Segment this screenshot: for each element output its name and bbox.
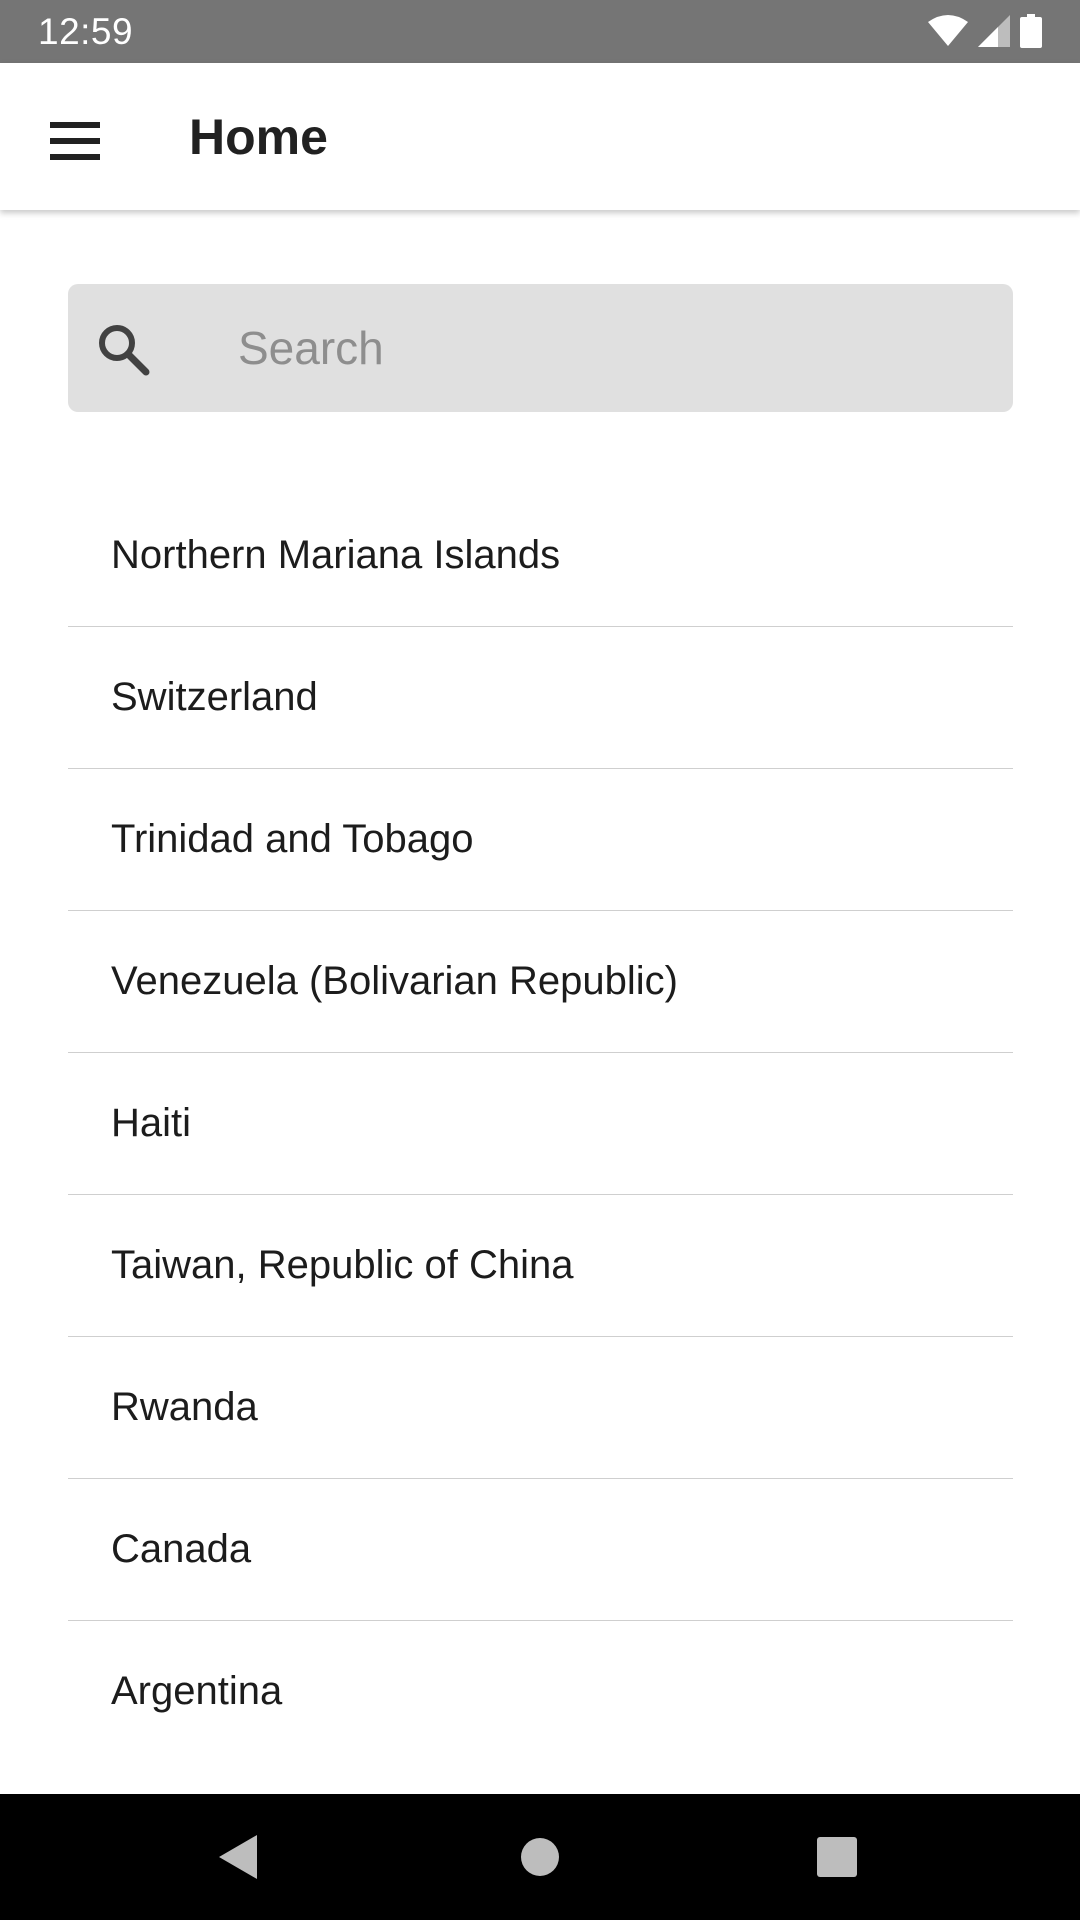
list-item[interactable]: Trinidad and Tobago: [68, 769, 1013, 911]
hamburger-menu-icon[interactable]: [38, 104, 111, 177]
list-item[interactable]: Taiwan, Republic of China: [68, 1195, 1013, 1337]
status-time: 12:59: [38, 11, 134, 52]
search-icon: [96, 322, 150, 376]
cellular-signal-icon: [978, 15, 1010, 47]
page-title: Home: [189, 109, 328, 165]
recents-icon[interactable]: [806, 1826, 868, 1888]
back-icon[interactable]: [208, 1826, 270, 1888]
navigation-bar: [0, 1794, 1080, 1920]
search-bar[interactable]: [68, 284, 1013, 412]
country-list: Northern Mariana Islands Switzerland Tri…: [68, 485, 1013, 1762]
status-icons: [928, 14, 1042, 48]
list-item[interactable]: Rwanda: [68, 1337, 1013, 1479]
home-icon[interactable]: [509, 1826, 571, 1888]
list-item[interactable]: Venezuela (Bolivarian Republic): [68, 911, 1013, 1053]
list-item[interactable]: Argentina: [68, 1621, 1013, 1762]
battery-icon: [1020, 14, 1042, 48]
list-item[interactable]: Northern Mariana Islands: [68, 485, 1013, 627]
status-bar: 12:59: [0, 0, 1080, 63]
list-item[interactable]: Haiti: [68, 1053, 1013, 1195]
search-input[interactable]: [238, 284, 998, 412]
app-bar: Home: [0, 63, 1080, 210]
list-item[interactable]: Switzerland: [68, 627, 1013, 769]
wifi-icon: [928, 15, 968, 47]
list-item[interactable]: Canada: [68, 1479, 1013, 1621]
